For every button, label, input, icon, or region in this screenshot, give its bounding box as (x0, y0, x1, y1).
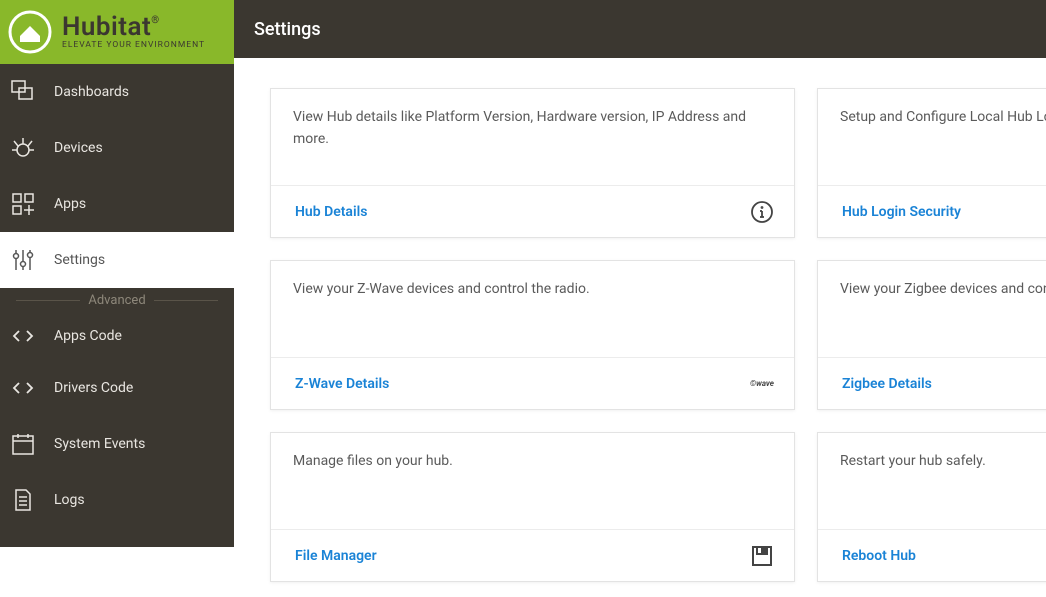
sidebar-item-apps-code[interactable]: Apps Code (0, 312, 234, 360)
sidebar-item-label: Drivers Code (54, 380, 133, 396)
sidebar-item-settings[interactable]: Settings (0, 232, 234, 288)
card-link-label: Hub Details (295, 204, 367, 220)
sidebar-item-apps[interactable]: Apps (0, 176, 234, 232)
card-desc: Manage files on your hub. (271, 433, 794, 529)
card-desc: Restart your hub safely. (818, 433, 1046, 529)
card-desc: View your Z-Wave devices and control the… (271, 261, 794, 357)
sidebar-item-label: Logs (54, 492, 85, 508)
info-icon (750, 200, 774, 224)
sidebar-item-label: System Events (54, 436, 145, 452)
card-link-zwave-details[interactable]: Z-Wave Details ©wave (271, 357, 794, 409)
sidebar: Hubitat® ELEVATE YOUR ENVIRONMENT Dashbo… (0, 0, 234, 547)
card-link-label: File Manager (295, 548, 377, 564)
card-hub-details: View Hub details like Platform Version, … (270, 88, 795, 238)
calendar-icon (10, 431, 36, 457)
sidebar-item-label: Settings (54, 252, 105, 268)
save-icon (750, 544, 774, 568)
code-icon (10, 323, 36, 349)
sidebar-item-devices[interactable]: Devices (0, 120, 234, 176)
sidebar-item-label: Apps (54, 196, 86, 212)
header: Settings (234, 0, 1046, 58)
code-icon (10, 375, 36, 401)
dashboards-icon (10, 79, 36, 105)
apps-icon (10, 191, 36, 217)
card-link-hub-details[interactable]: Hub Details (271, 185, 794, 237)
card-link-label: Hub Login Security (842, 204, 961, 220)
card-reboot-hub: Restart your hub safely. Reboot Hub (817, 432, 1046, 582)
advanced-divider: Advanced (0, 288, 234, 312)
sidebar-item-drivers-code[interactable]: Drivers Code (0, 360, 234, 416)
sidebar-item-dashboards[interactable]: Dashboards (0, 64, 234, 120)
logo[interactable]: Hubitat® ELEVATE YOUR ENVIRONMENT (0, 0, 234, 64)
logo-text: Hubitat® ELEVATE YOUR ENVIRONMENT (62, 14, 205, 50)
page-title: Settings (254, 19, 321, 40)
card-link-label: Z-Wave Details (295, 376, 389, 392)
card-link-file-manager[interactable]: File Manager (271, 529, 794, 581)
sidebar-item-label: Devices (54, 140, 103, 156)
card-desc: Setup and Configure Local Hub Lo (818, 89, 1046, 185)
card-link-zigbee-details[interactable]: Zigbee Details (818, 357, 1046, 409)
document-icon (10, 487, 36, 513)
card-link-label: Reboot Hub (842, 548, 916, 564)
zwave-icon: ©wave (742, 372, 774, 396)
logo-mark-icon (8, 10, 52, 54)
sidebar-item-logs[interactable]: Logs (0, 472, 234, 528)
card-desc: View your Zigbee devices and con (818, 261, 1046, 357)
card-link-hub-login-security[interactable]: Hub Login Security (818, 185, 1046, 237)
card-link-reboot-hub[interactable]: Reboot Hub (818, 529, 1046, 581)
sidebar-item-label: Apps Code (54, 328, 122, 344)
content: View Hub details like Platform Version, … (234, 58, 1046, 597)
card-hub-login-security: Setup and Configure Local Hub Lo Hub Log… (817, 88, 1046, 238)
card-zigbee-details: View your Zigbee devices and con Zigbee … (817, 260, 1046, 410)
cards-grid: View Hub details like Platform Version, … (270, 88, 1046, 582)
card-desc: View Hub details like Platform Version, … (271, 89, 794, 185)
card-file-manager: Manage files on your hub. File Manager (270, 432, 795, 582)
sidebar-item-system-events[interactable]: System Events (0, 416, 234, 472)
settings-icon (10, 247, 36, 273)
card-zwave-details: View your Z-Wave devices and control the… (270, 260, 795, 410)
devices-icon (10, 135, 36, 161)
card-link-label: Zigbee Details (842, 376, 932, 392)
sidebar-item-label: Dashboards (54, 84, 129, 100)
